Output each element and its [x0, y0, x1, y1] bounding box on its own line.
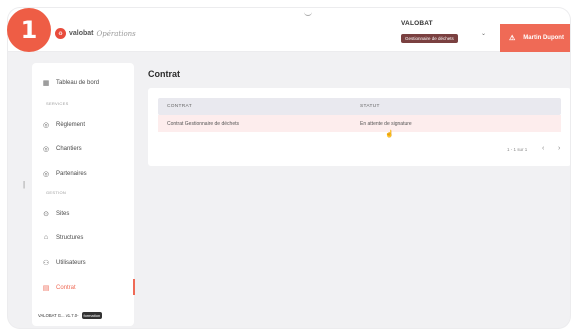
chevron-down-icon[interactable]: ⌄ — [481, 30, 486, 37]
step-number-badge: 1 — [7, 8, 51, 52]
organization-selector[interactable]: VALOBAT Gestionnaire de déchets — [401, 20, 461, 45]
sidebar-item-contrat[interactable]: ▤ Contrat — [42, 284, 76, 292]
column-header-contrat[interactable]: CONTRAT — [167, 104, 192, 109]
sidebar: ▦ Tableau de bord SERVICES ◎ Règlement ◎… — [32, 63, 135, 326]
sidebar-item-label: Contrat — [56, 285, 76, 291]
pagination-info: 1 - 1 sur 1 — [507, 147, 528, 152]
table-row[interactable]: Contrat Gestionnaire de déchets En atten… — [158, 115, 561, 132]
warning-icon: ⚠ — [509, 35, 516, 42]
contract-status-cell: En attente de signature — [360, 121, 412, 127]
logo-subtitle: Opérations — [96, 29, 136, 38]
version-text: VALOBAT G... v1.7.0- — [38, 313, 79, 318]
sidebar-item-structures[interactable]: ⌂ Structures — [42, 234, 83, 241]
section-label-services: SERVICES — [46, 101, 69, 106]
coin-icon: ◎ — [42, 122, 50, 129]
sidebar-item-label: Règlement — [56, 122, 86, 128]
document-icon: ▤ — [42, 285, 50, 292]
active-indicator — [133, 279, 135, 295]
coin-icon: ◎ — [42, 171, 50, 178]
section-label-gestion: GESTION — [46, 190, 67, 195]
sidebar-item-partenaires[interactable]: ◎ Partenaires — [42, 170, 87, 178]
sidebar-item-label: Partenaires — [56, 171, 87, 177]
logo-text: valobat — [69, 30, 94, 37]
app-logo[interactable]: ♻ valobat Opérations — [55, 28, 136, 39]
previous-page-icon[interactable]: ‹ — [542, 145, 544, 152]
table-header: CONTRAT STATUT — [158, 98, 561, 115]
dashboard-icon: ▦ — [42, 80, 50, 87]
collapse-handle-icon[interactable] — [304, 12, 312, 16]
user-menu-button[interactable]: ⚠ Martin Dupont — [500, 24, 570, 52]
sidebar-item-chantiers[interactable]: ◎ Chantiers — [42, 145, 82, 153]
coin-icon: ◎ — [42, 146, 50, 153]
sidebar-item-label: Sites — [56, 211, 70, 217]
sidebar-item-sites[interactable]: ⊙ Sites — [42, 210, 69, 218]
contract-name-cell: Contrat Gestionnaire de déchets — [167, 121, 239, 127]
contract-table-card: CONTRAT STATUT Contrat Gestionnaire de d… — [148, 88, 570, 166]
user-name: Martin Dupont — [523, 35, 564, 41]
org-name: VALOBAT — [401, 20, 433, 27]
sidebar-resize-handle[interactable]: | — [23, 180, 25, 189]
app-window: ♻ valobat Opérations VALOBAT Gestionnair… — [8, 8, 570, 328]
environment-badge: formation — [81, 312, 103, 319]
pointer-cursor-icon: ☝ — [385, 131, 394, 138]
sidebar-item-label: Utilisateurs — [56, 260, 86, 266]
sidebar-item-label: Tableau de bord — [56, 80, 100, 86]
sidebar-item-label: Chantiers — [56, 146, 82, 152]
logo-mark-icon: ♻ — [55, 28, 66, 39]
sidebar-item-dashboard[interactable]: ▦ Tableau de bord — [42, 79, 99, 87]
sidebar-item-label: Structures — [56, 234, 84, 241]
next-page-icon[interactable]: › — [558, 145, 560, 152]
home-icon: ⌂ — [43, 234, 49, 241]
page-title: Contrat — [148, 69, 180, 79]
sidebar-item-reglement[interactable]: ◎ Règlement — [42, 121, 85, 129]
app-version: VALOBAT G... v1.7.0- formation — [38, 312, 103, 319]
users-icon: ⚇ — [42, 260, 50, 267]
top-bar: ♻ valobat Opérations VALOBAT Gestionnair… — [8, 8, 570, 52]
sidebar-item-utilisateurs[interactable]: ⚇ Utilisateurs — [42, 259, 86, 267]
column-header-statut[interactable]: STATUT — [360, 104, 380, 109]
org-role-badge: Gestionnaire de déchets — [401, 34, 458, 43]
pin-icon: ⊙ — [43, 211, 49, 218]
